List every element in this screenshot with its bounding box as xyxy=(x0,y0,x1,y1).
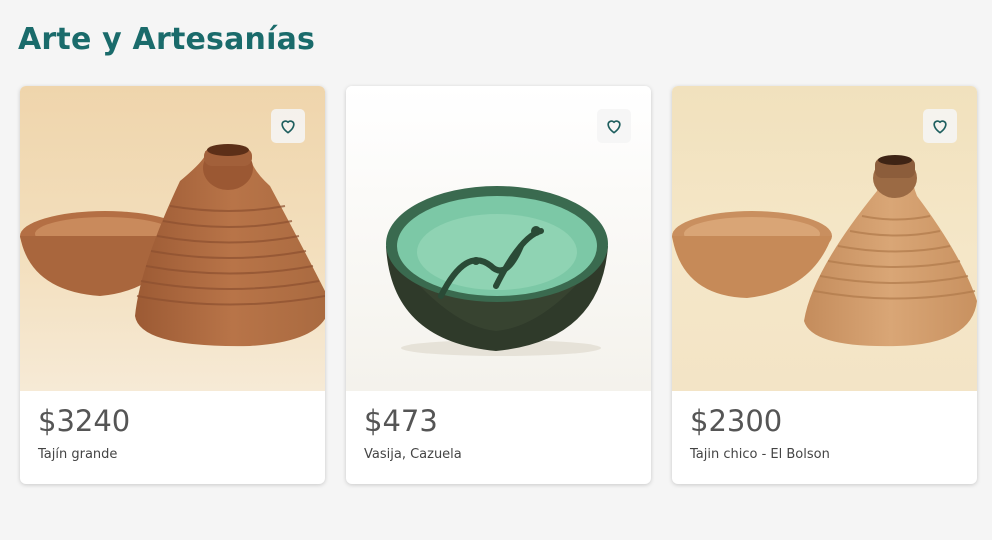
section-title: Arte y Artesanías xyxy=(18,22,316,57)
favorite-button[interactable] xyxy=(271,109,305,143)
favorite-button[interactable] xyxy=(597,109,631,143)
product-name: Tajin chico - El Bolson xyxy=(690,447,830,462)
product-card[interactable]: $3240 Tajín grande xyxy=(20,86,325,484)
product-price: $473 xyxy=(364,404,438,438)
product-name: Tajín grande xyxy=(38,447,118,462)
product-grid: $3240 Tajín grande $473 Vasija, Cazuela … xyxy=(20,86,977,484)
product-name: Vasija, Cazuela xyxy=(364,447,462,462)
heart-outline-icon xyxy=(281,120,295,134)
product-price: $3240 xyxy=(38,404,131,438)
product-price: $2300 xyxy=(690,404,783,438)
favorite-button[interactable] xyxy=(923,109,957,143)
product-card[interactable]: $2300 Tajin chico - El Bolson xyxy=(672,86,977,484)
heart-outline-icon xyxy=(933,120,947,134)
heart-outline-icon xyxy=(607,120,621,134)
product-card[interactable]: $473 Vasija, Cazuela xyxy=(346,86,651,484)
